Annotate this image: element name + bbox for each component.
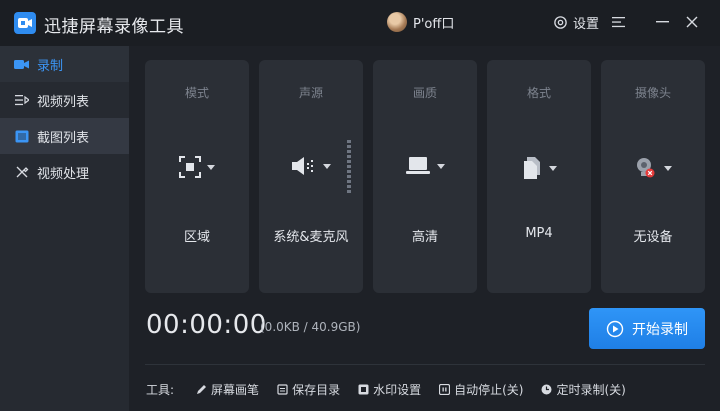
user-name[interactable]: P'off口	[413, 13, 454, 32]
tools-icon	[14, 165, 29, 180]
menu-button[interactable]	[610, 14, 626, 30]
chevron-down-icon	[437, 163, 445, 169]
camera-card[interactable]: 摄像头 无设备	[601, 60, 705, 293]
file-icon	[524, 157, 540, 179]
card-value: 无设备	[633, 230, 673, 245]
tool-label: 屏幕画笔	[211, 383, 260, 397]
card-label: 模式	[184, 86, 209, 100]
format-dropdown[interactable]	[487, 156, 591, 180]
watermark-icon	[358, 384, 369, 395]
sidebar-item-video-list[interactable]: 视频列表	[0, 82, 129, 118]
speaker-icon	[292, 157, 313, 175]
sidebar-item-video-processing[interactable]: 视频处理	[0, 154, 129, 190]
divider	[145, 364, 705, 365]
audio-source-card[interactable]: 声源 系统&麦克风	[259, 60, 363, 293]
card-label: 声源	[298, 86, 323, 100]
start-recording-label: 开始录制	[632, 321, 688, 338]
tools-label: 工具:	[146, 383, 175, 397]
main-panel: 模式 区域 声源 系统&麦克风 画质 高清 格式 MP4 摄像头 无设备 00:…	[129, 46, 720, 411]
close-icon	[686, 16, 698, 28]
chevron-down-icon	[549, 165, 557, 171]
settings-button[interactable]: 设置	[553, 13, 599, 32]
card-value: 区域	[183, 230, 210, 245]
mode-card[interactable]: 模式 区域	[145, 60, 249, 293]
list-icon	[14, 93, 29, 108]
screen-pen-button[interactable]: 屏幕画笔	[196, 381, 259, 398]
start-recording-button[interactable]: 开始录制	[589, 308, 705, 349]
play-circle-icon	[606, 320, 624, 337]
auto-stop-icon	[439, 384, 451, 395]
close-button[interactable]	[684, 14, 700, 30]
chevron-down-icon	[323, 163, 331, 169]
sidebar-item-record[interactable]: 录制	[0, 46, 129, 82]
webcam-off-icon	[637, 158, 655, 178]
quality-dropdown[interactable]	[373, 156, 477, 176]
sidebar-item-label: 视频处理	[37, 166, 90, 182]
camera-dropdown[interactable]	[601, 156, 705, 180]
image-icon	[14, 129, 29, 144]
card-label: 摄像头	[634, 86, 671, 100]
auto-stop-button[interactable]: 自动停止(关)	[439, 381, 523, 398]
avatar[interactable]	[387, 12, 407, 32]
video-camera-icon	[14, 57, 29, 72]
mode-dropdown[interactable]	[145, 156, 249, 178]
chevron-down-icon	[207, 164, 215, 170]
app-title: 迅捷屏幕录像工具	[44, 17, 184, 37]
tool-label: 水印设置	[373, 383, 422, 397]
tool-label: 保存目录	[292, 383, 341, 397]
watermark-settings-button[interactable]: 水印设置	[358, 381, 421, 398]
app-logo-icon	[14, 12, 36, 34]
region-select-icon	[179, 156, 201, 178]
option-cards: 模式 区域 声源 系统&麦克风 画质 高清 格式 MP4 摄像头 无设备	[145, 60, 705, 293]
format-card[interactable]: 格式 MP4	[487, 60, 591, 293]
card-value: MP4	[525, 226, 553, 241]
file-size-info: (0.0KB / 40.9GB)	[260, 320, 361, 334]
user-profile[interactable]: P'off口	[387, 12, 454, 32]
sidebar-item-label: 录制	[37, 58, 64, 74]
audio-level-meter	[347, 140, 351, 196]
quality-card[interactable]: 画质 高清	[373, 60, 477, 293]
card-value: 高清	[411, 230, 438, 245]
tool-label: 定时录制(关)	[556, 383, 626, 397]
record-timer: 00:00:00	[146, 310, 267, 340]
pen-icon	[196, 384, 207, 395]
sidebar-item-label: 视频列表	[37, 94, 90, 110]
gear-icon	[554, 16, 567, 29]
scheduled-recording-button[interactable]: 定时录制(关)	[541, 381, 626, 398]
minimize-icon	[655, 21, 669, 23]
monitor-icon	[406, 157, 430, 174]
chevron-down-icon	[664, 165, 672, 171]
settings-label: 设置	[573, 17, 600, 32]
sidebar-item-label: 截图列表	[37, 130, 90, 146]
clock-icon	[541, 384, 552, 395]
title-bar: 迅捷屏幕录像工具 P'off口 设置	[0, 0, 720, 46]
minimize-button[interactable]	[654, 14, 670, 30]
sidebar: 录制 视频列表 截图列表 视频处理	[0, 46, 129, 411]
card-label: 画质	[412, 86, 437, 100]
tools-bar: 工具: 屏幕画笔 保存目录 水印设置 自动停止(关) 定时录制(关)	[146, 381, 644, 398]
card-value: 系统&麦克风	[273, 230, 349, 245]
folder-icon	[277, 384, 288, 395]
save-directory-button[interactable]: 保存目录	[277, 381, 340, 398]
card-label: 格式	[526, 86, 551, 100]
menu-icon	[611, 17, 625, 28]
sidebar-item-screenshot-list[interactable]: 截图列表	[0, 118, 129, 154]
tool-label: 自动停止(关)	[454, 383, 524, 397]
